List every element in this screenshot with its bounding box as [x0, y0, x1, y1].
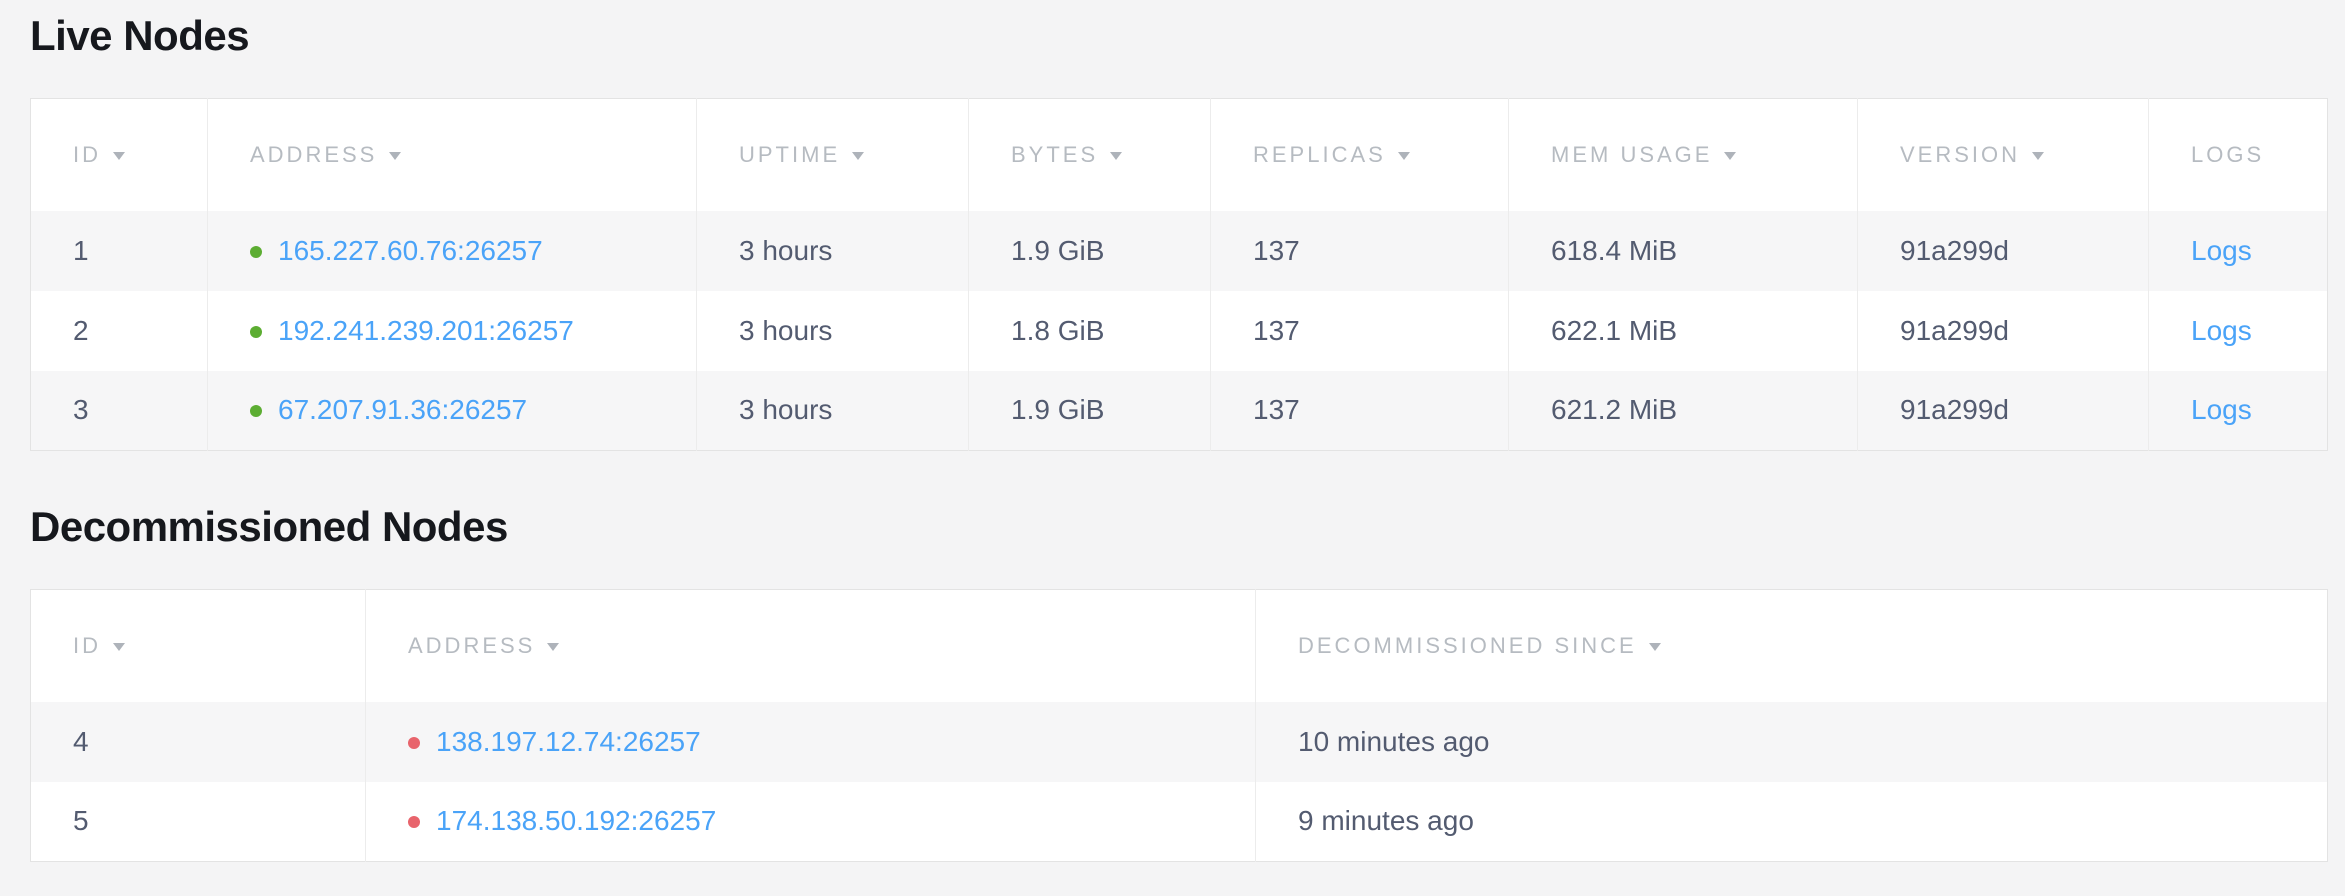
column-header-uptime[interactable]: UPTIME: [697, 99, 969, 211]
node-bytes-cell: 1.9 GiB: [969, 211, 1211, 291]
live-status-dot: [250, 405, 262, 417]
sort-caret-icon: [547, 643, 559, 651]
column-header-mem-usage[interactable]: MEM USAGE: [1509, 99, 1858, 211]
column-header-label: ID: [73, 142, 101, 167]
decommissioned-status-dot: [408, 737, 420, 749]
table-row: 5 174.138.50.192:26257 9 minutes ago: [31, 782, 2328, 862]
node-decommissioned-since-cell: 9 minutes ago: [1256, 782, 2328, 862]
node-mem-usage-cell: 622.1 MiB: [1509, 291, 1858, 371]
column-header-label: LOGS: [2191, 142, 2264, 167]
sort-caret-icon: [1110, 152, 1122, 160]
live-nodes-heading: Live Nodes: [30, 10, 2328, 62]
sort-caret-icon: [389, 152, 401, 160]
sort-caret-icon: [1649, 643, 1661, 651]
column-header-replicas[interactable]: REPLICAS: [1211, 99, 1509, 211]
node-version-cell: 91a299d: [1858, 211, 2149, 291]
decommissioned-nodes-heading: Decommissioned Nodes: [30, 501, 2328, 553]
live-nodes-table: ID ADDRESS UPTIME BYTES REPLICAS MEM USA…: [30, 98, 2328, 451]
node-replicas-cell: 137: [1211, 211, 1509, 291]
node-list-page: Live Nodes ID ADDRESS UPTIME BYTES REPLI…: [0, 10, 2345, 882]
node-mem-usage-cell: 618.4 MiB: [1509, 211, 1858, 291]
node-logs-link[interactable]: Logs: [2191, 394, 2252, 425]
node-mem-usage-cell: 621.2 MiB: [1509, 371, 1858, 451]
column-header-address[interactable]: ADDRESS: [208, 99, 697, 211]
decommissioned-status-dot: [408, 816, 420, 828]
column-header-label: ID: [73, 633, 101, 658]
node-address-link[interactable]: 67.207.91.36:26257: [278, 394, 527, 425]
column-header-label: ADDRESS: [408, 633, 535, 658]
column-header-label: BYTES: [1011, 142, 1098, 167]
node-logs-cell: Logs: [2149, 291, 2328, 371]
table-row: 3 67.207.91.36:26257 3 hours 1.9 GiB 137…: [31, 371, 2328, 451]
sort-caret-icon: [113, 643, 125, 651]
node-address-link[interactable]: 192.241.239.201:26257: [278, 315, 574, 346]
node-address-cell: 138.197.12.74:26257: [366, 702, 1256, 782]
node-logs-cell: Logs: [2149, 211, 2328, 291]
node-id-cell: 4: [31, 702, 366, 782]
node-address-link[interactable]: 138.197.12.74:26257: [436, 726, 701, 757]
sort-caret-icon: [113, 152, 125, 160]
column-header-id[interactable]: ID: [31, 99, 208, 211]
sort-caret-icon: [2032, 152, 2044, 160]
node-address-link[interactable]: 174.138.50.192:26257: [436, 805, 716, 836]
node-id-cell: 2: [31, 291, 208, 371]
node-logs-link[interactable]: Logs: [2191, 235, 2252, 266]
node-id-cell: 3: [31, 371, 208, 451]
node-address-cell: 192.241.239.201:26257: [208, 291, 697, 371]
node-address-cell: 174.138.50.192:26257: [366, 782, 1256, 862]
table-row: 4 138.197.12.74:26257 10 minutes ago: [31, 702, 2328, 782]
column-header-decommissioned-since[interactable]: DECOMMISSIONED SINCE: [1256, 590, 2328, 702]
column-header-label: VERSION: [1900, 142, 2020, 167]
node-id-cell: 1: [31, 211, 208, 291]
node-logs-link[interactable]: Logs: [2191, 315, 2252, 346]
sort-caret-icon: [852, 152, 864, 160]
column-header-label: DECOMMISSIONED SINCE: [1298, 633, 1637, 658]
column-header-version[interactable]: VERSION: [1858, 99, 2149, 211]
sort-caret-icon: [1398, 152, 1410, 160]
column-header-label: MEM USAGE: [1551, 142, 1712, 167]
live-status-dot: [250, 326, 262, 338]
column-header-bytes[interactable]: BYTES: [969, 99, 1211, 211]
node-address-cell: 165.227.60.76:26257: [208, 211, 697, 291]
column-header-label: REPLICAS: [1253, 142, 1386, 167]
node-logs-cell: Logs: [2149, 371, 2328, 451]
column-header-label: UPTIME: [739, 142, 840, 167]
decommissioned-nodes-table: ID ADDRESS DECOMMISSIONED SINCE 4 138.19…: [30, 589, 2328, 862]
node-decommissioned-since-cell: 10 minutes ago: [1256, 702, 2328, 782]
column-header-label: ADDRESS: [250, 142, 377, 167]
node-replicas-cell: 137: [1211, 371, 1509, 451]
column-header-address[interactable]: ADDRESS: [366, 590, 1256, 702]
node-uptime-cell: 3 hours: [697, 371, 969, 451]
column-header-logs: LOGS: [2149, 99, 2328, 211]
column-header-id[interactable]: ID: [31, 590, 366, 702]
node-address-cell: 67.207.91.36:26257: [208, 371, 697, 451]
live-nodes-header-row: ID ADDRESS UPTIME BYTES REPLICAS MEM USA…: [31, 99, 2328, 211]
live-status-dot: [250, 246, 262, 258]
table-row: 2 192.241.239.201:26257 3 hours 1.8 GiB …: [31, 291, 2328, 371]
node-version-cell: 91a299d: [1858, 291, 2149, 371]
node-id-cell: 5: [31, 782, 366, 862]
node-uptime-cell: 3 hours: [697, 291, 969, 371]
node-bytes-cell: 1.8 GiB: [969, 291, 1211, 371]
sort-caret-icon: [1724, 152, 1736, 160]
decommissioned-nodes-header-row: ID ADDRESS DECOMMISSIONED SINCE: [31, 590, 2328, 702]
node-replicas-cell: 137: [1211, 291, 1509, 371]
node-uptime-cell: 3 hours: [697, 211, 969, 291]
table-row: 1 165.227.60.76:26257 3 hours 1.9 GiB 13…: [31, 211, 2328, 291]
node-version-cell: 91a299d: [1858, 371, 2149, 451]
node-address-link[interactable]: 165.227.60.76:26257: [278, 235, 543, 266]
node-bytes-cell: 1.9 GiB: [969, 371, 1211, 451]
